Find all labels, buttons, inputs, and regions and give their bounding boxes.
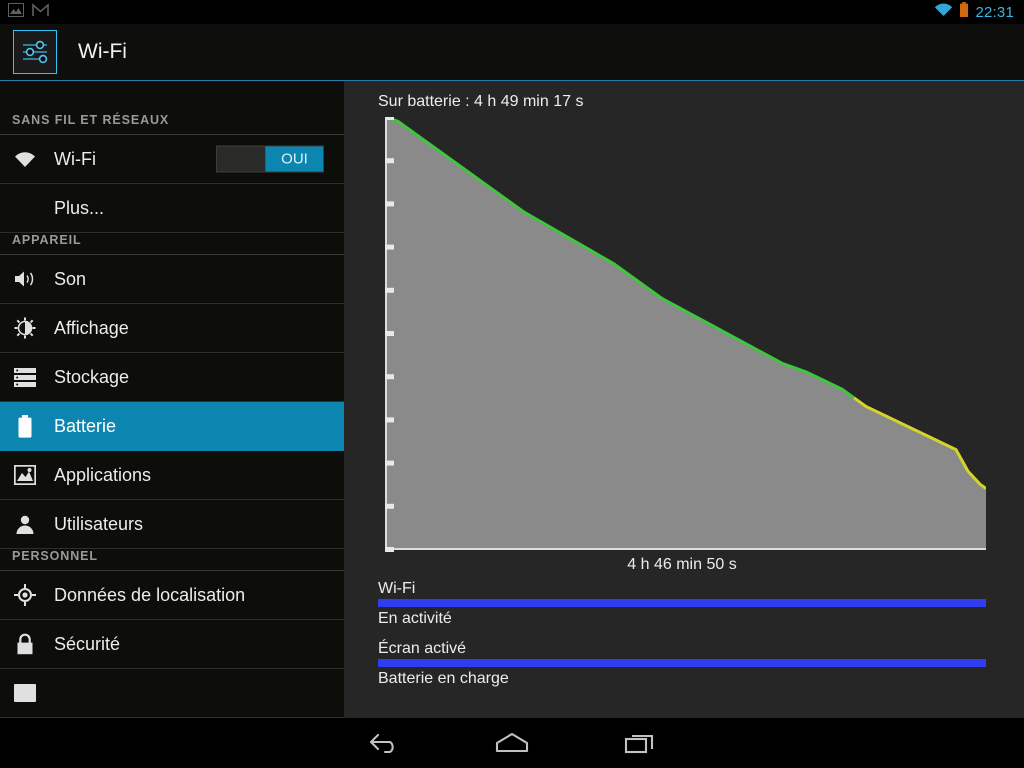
sidebar-item-partial[interactable] [0, 669, 344, 718]
legend-label: Wi-Fi [378, 580, 416, 597]
storage-icon [10, 367, 40, 387]
user-icon [10, 514, 40, 534]
section-header-device: APPAREIL [12, 233, 82, 247]
status-indicators: 22:31 [934, 1, 1024, 23]
notification-icons [0, 2, 49, 22]
placeholder-icon [10, 684, 40, 702]
legend-label: Écran activé [378, 640, 467, 657]
sidebar-item-son[interactable]: Son [0, 255, 344, 304]
battery-chart-svg [385, 117, 986, 552]
lock-icon [10, 633, 40, 655]
screenshot-icon [8, 2, 24, 22]
sidebar-item-label: Batterie [54, 415, 117, 436]
page-title: Wi-Fi [78, 40, 127, 63]
sidebar-item-label: Affichage [54, 317, 129, 338]
android-settings-screen: 22:31 Wi-Fi SANS FIL ET RÉSEAUX Wi-Fi OU… [0, 0, 1024, 768]
legend-label: Batterie en charge [378, 670, 509, 687]
wifi-icon [934, 2, 953, 22]
sidebar-item-label: Applications [54, 464, 152, 485]
battery-low-icon [959, 1, 969, 23]
brightness-icon [10, 317, 40, 339]
sidebar-item-localisation[interactable]: Données de localisation [0, 571, 344, 620]
battery-icon [10, 414, 40, 438]
legend-label: En activité [378, 610, 452, 627]
location-icon [10, 584, 40, 606]
sidebar-item-stockage[interactable]: Stockage [0, 353, 344, 402]
sidebar-item-label: Wi-Fi [54, 148, 96, 169]
navigation-bar [0, 718, 1024, 768]
sidebar-item-utilisateurs[interactable]: Utilisateurs [0, 500, 344, 549]
back-button[interactable] [320, 718, 448, 768]
sidebar-item-label: Données de localisation [54, 584, 246, 605]
sidebar-item-batterie[interactable]: Batterie [0, 402, 344, 451]
section-header-personal: PERSONNEL [12, 549, 98, 563]
status-clock: 22:31 [975, 3, 1014, 21]
section-header-wireless: SANS FIL ET RÉSEAUX [12, 113, 170, 127]
legend-bar [378, 659, 986, 667]
legend-item-charging: Batterie en charge [378, 669, 986, 699]
legend-item-screen-on: Écran activé [378, 639, 986, 669]
legend-item-activity: En activité [378, 609, 986, 639]
applications-icon [10, 465, 40, 485]
settings-sidebar[interactable]: SANS FIL ET RÉSEAUX Wi-Fi OUI Plus... AP… [0, 81, 344, 718]
battery-history-chart [378, 117, 986, 553]
settings-sliders-icon[interactable] [13, 30, 57, 74]
legend-item-wifi: Wi-Fi [378, 579, 986, 609]
sidebar-item-label: Sécurité [54, 633, 121, 654]
battery-uptime-label: Sur batterie : 4 h 49 min 17 s [378, 93, 584, 110]
sidebar-item-more[interactable]: Plus... [0, 184, 344, 233]
sidebar-item-securite[interactable]: Sécurité [0, 620, 344, 669]
sidebar-item-label: Plus... [54, 197, 105, 218]
gmail-icon [32, 2, 49, 22]
wifi-toggle-state: OUI [265, 146, 323, 172]
sidebar-item-wifi[interactable]: Wi-Fi OUI [0, 135, 344, 184]
sidebar-item-label: Utilisateurs [54, 513, 144, 534]
recents-button[interactable] [576, 718, 704, 768]
action-bar: Wi-Fi [0, 24, 1024, 81]
sidebar-item-label: Son [54, 268, 87, 289]
legend-bar [378, 599, 986, 607]
battery-legend: Wi-Fi En activité Écran activé Batterie … [378, 574, 986, 699]
wifi-toggle[interactable]: OUI [216, 145, 324, 173]
home-button[interactable] [448, 718, 576, 768]
speaker-icon [10, 269, 40, 289]
status-bar: 22:31 [0, 0, 1024, 24]
wifi-icon [10, 151, 40, 168]
sidebar-item-affichage[interactable]: Affichage [0, 304, 344, 353]
battery-content-pane: Sur batterie : 4 h 49 min 17 s 4 h 46 mi… [344, 81, 1024, 718]
sidebar-item-label: Stockage [54, 366, 130, 387]
sidebar-top-spacer [0, 81, 344, 113]
chart-x-axis-caption: 4 h 46 min 50 s [627, 556, 737, 573]
sidebar-item-applications[interactable]: Applications [0, 451, 344, 500]
